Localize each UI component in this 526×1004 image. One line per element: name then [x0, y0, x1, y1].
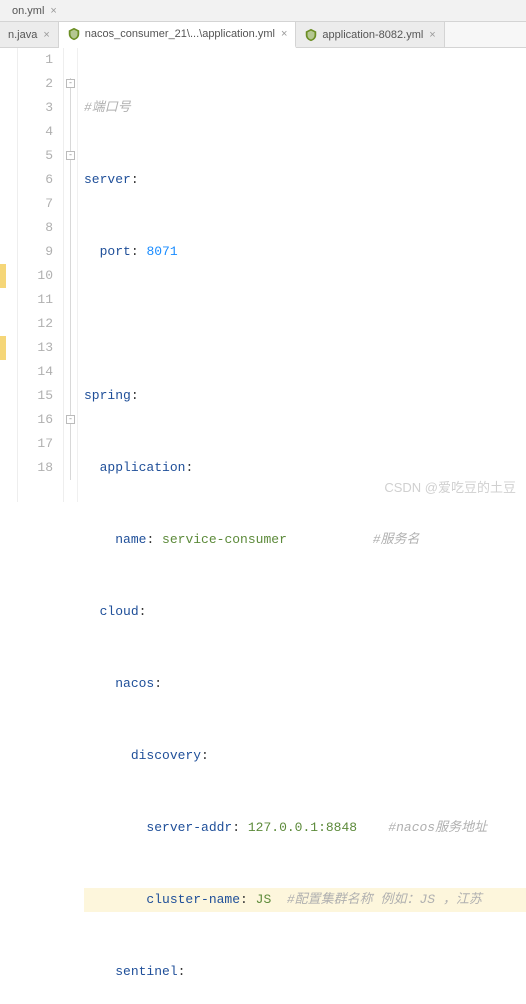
line-number: 2 [18, 72, 53, 96]
yaml-key: nacos [115, 676, 154, 691]
yaml-key: cloud [100, 604, 139, 619]
yaml-value: JS [256, 892, 272, 907]
yaml-key: discovery [131, 748, 201, 763]
outer-tab-row: on.yml × [0, 0, 526, 22]
tab-label: nacos_consumer_21\...\application.yml [85, 28, 275, 40]
yaml-key: cluster-name [146, 892, 240, 907]
yaml-key: port [100, 244, 131, 259]
line-number-gutter: 1 2 3 4 5 6 7 8 9 10 11 12 13 14 15 16 1… [18, 48, 64, 502]
line-number: 7 [18, 192, 53, 216]
fold-toggle-icon[interactable]: - [66, 79, 75, 88]
line-number: 12 [18, 312, 53, 336]
close-icon[interactable]: × [43, 29, 49, 41]
close-icon[interactable]: × [281, 28, 287, 40]
tab-java[interactable]: n.java × [0, 22, 59, 47]
yaml-value: service-consumer [162, 532, 287, 547]
yaml-key: server-addr [146, 820, 232, 835]
close-icon[interactable]: × [50, 5, 56, 17]
outer-tab[interactable]: on.yml × [4, 3, 65, 19]
yaml-key: sentinel [115, 964, 177, 979]
fold-toggle-icon[interactable]: - [66, 151, 75, 160]
close-icon[interactable]: × [429, 29, 435, 41]
yaml-value: 8071 [146, 244, 177, 259]
line-number: 17 [18, 432, 53, 456]
line-number: 14 [18, 360, 53, 384]
code-area[interactable]: #端口号 server: port: 8071 spring: applicat… [78, 48, 526, 502]
watermark: CSDN @爱吃豆的土豆 [384, 477, 516, 496]
line-number: 18 [18, 456, 53, 480]
yml-icon [304, 28, 318, 42]
marker-strip [0, 48, 18, 502]
line-number: 15 [18, 384, 53, 408]
fold-toggle-icon[interactable]: - [66, 415, 75, 424]
code-comment: #服务名 [373, 532, 420, 547]
yaml-key: name [115, 532, 146, 547]
change-marker [0, 264, 6, 288]
line-number: 5 [18, 144, 53, 168]
line-number: 13 [18, 336, 53, 360]
yaml-key: application [100, 460, 186, 475]
outer-tab-label: on.yml [12, 5, 44, 17]
fold-column: - - - [64, 48, 78, 502]
editor-tab-row: n.java × nacos_consumer_21\...\applicati… [0, 22, 526, 48]
yml-icon [67, 27, 81, 41]
line-number: 1 [18, 48, 53, 72]
change-marker [0, 336, 6, 360]
tab-application-8082-yml[interactable]: application-8082.yml × [296, 22, 444, 47]
line-number: 9 [18, 240, 53, 264]
code-comment: #端口号 [84, 100, 131, 115]
line-number: 10 [18, 264, 53, 288]
tab-application-yml[interactable]: nacos_consumer_21\...\application.yml × [59, 22, 297, 48]
line-number: 6 [18, 168, 53, 192]
line-number: 11 [18, 288, 53, 312]
code-comment: #nacos服务地址 [388, 820, 487, 835]
yaml-value: 127.0.0.1:8848 [248, 820, 357, 835]
tab-label: application-8082.yml [322, 29, 423, 41]
yaml-key: spring [84, 388, 131, 403]
tab-label: n.java [8, 29, 37, 41]
code-editor[interactable]: 1 2 3 4 5 6 7 8 9 10 11 12 13 14 15 16 1… [0, 48, 526, 502]
code-comment: #配置集群名称 例如：JS ，江苏 [287, 892, 482, 907]
line-number: 3 [18, 96, 53, 120]
line-number: 16 [18, 408, 53, 432]
yaml-key: server [84, 172, 131, 187]
line-number: 4 [18, 120, 53, 144]
line-number: 8 [18, 216, 53, 240]
